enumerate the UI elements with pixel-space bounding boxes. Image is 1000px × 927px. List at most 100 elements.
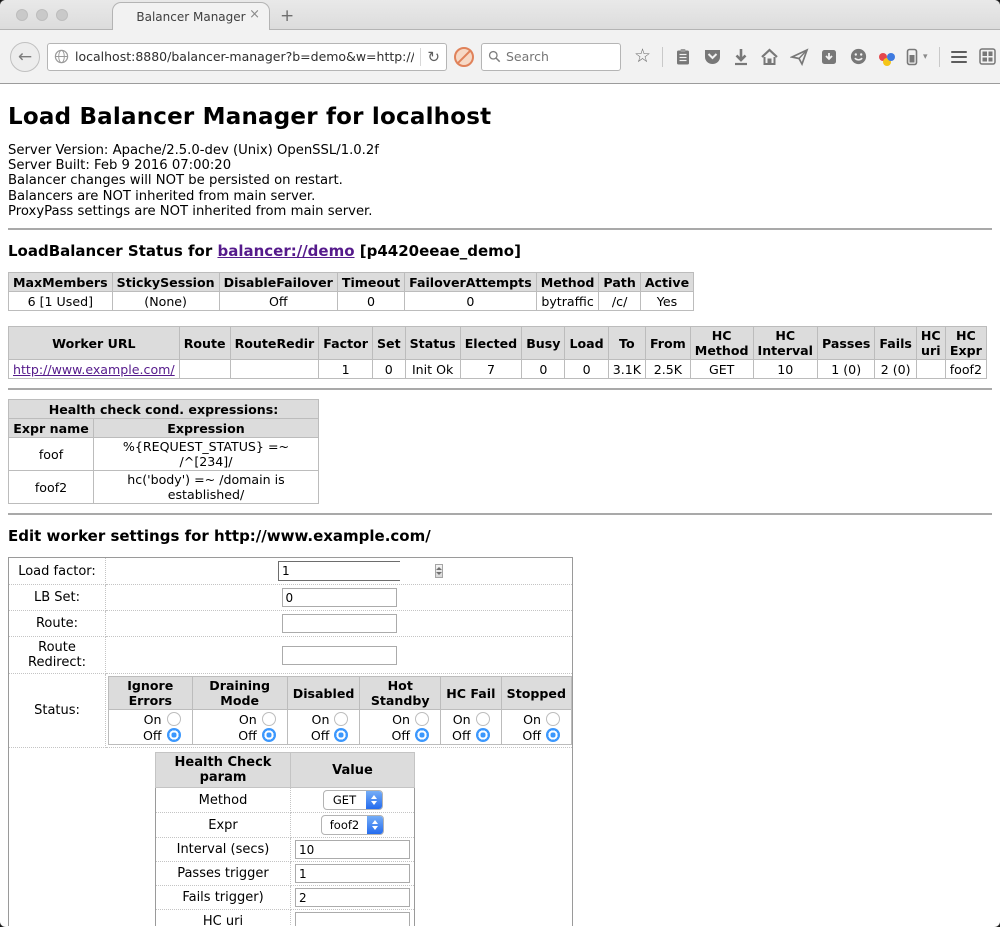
send-page-icon[interactable]	[790, 48, 809, 66]
radio-disabled-off[interactable]	[334, 728, 348, 742]
balancer-demo-link[interactable]: balancer://demo	[217, 242, 354, 260]
col-stickysession: StickySession	[112, 273, 219, 292]
load-factor-input[interactable]	[279, 562, 435, 580]
minimize-window-button[interactable]	[36, 9, 48, 21]
pocket-icon[interactable]	[703, 48, 722, 66]
radio-hc-fail-off[interactable]	[476, 728, 490, 742]
radio-draining-mode-off[interactable]	[262, 728, 276, 742]
cell-hc-expr: foof2	[945, 360, 986, 379]
col-failoverattempts: FailoverAttempts	[405, 273, 537, 292]
radio-off-label: Off	[311, 728, 330, 743]
route-redirect-input[interactable]	[282, 646, 397, 665]
history-clipboard-icon[interactable]	[674, 48, 692, 66]
col-worker-url: Worker URL	[9, 327, 180, 360]
url-separator	[420, 48, 421, 66]
server-version: Server Version: Apache/2.5.0-dev (Unix) …	[8, 143, 992, 158]
save-page-icon[interactable]	[820, 48, 838, 66]
col-status: Status	[405, 327, 460, 360]
hc-interval-input[interactable]	[295, 840, 410, 859]
radio-off-label: Off	[522, 728, 541, 743]
tab-balancer-manager[interactable]: Balancer Manager ×	[112, 2, 270, 30]
hc-expr-select[interactable]: foof2	[321, 815, 385, 835]
url-text[interactable]: localhost:8880/balancer-manager?b=demo&w…	[75, 49, 414, 64]
hc-uri-label: HC uri	[156, 910, 291, 926]
cell-path: /c/	[599, 292, 640, 311]
divider	[8, 388, 992, 390]
search-icon	[488, 50, 501, 63]
radio-stopped-off[interactable]	[546, 728, 560, 742]
balancer-heading: LoadBalancer Status for balancer://demo …	[8, 242, 992, 260]
tab-close-icon[interactable]: ×	[249, 8, 260, 21]
feedback-smiley-icon[interactable]	[849, 47, 868, 66]
chevron-down-icon[interactable]: ▾	[923, 52, 928, 62]
radio-on-label: On	[523, 712, 541, 727]
radio-ignore-errors-on[interactable]	[167, 712, 181, 726]
search-input[interactable]	[506, 49, 606, 64]
hc-method-value: GET	[324, 793, 366, 807]
hc-interval-label: Interval (secs)	[156, 838, 291, 862]
reload-icon[interactable]: ↻	[427, 48, 440, 66]
radio-disabled-on[interactable]	[334, 712, 348, 726]
col-fails: Fails	[875, 327, 917, 360]
radio-hot-standby-off[interactable]	[415, 728, 429, 742]
color-palette-icon[interactable]	[879, 49, 895, 65]
hc-method-label: Method	[156, 788, 291, 813]
load-factor-label: Load factor:	[9, 558, 106, 585]
new-tab-button[interactable]: +	[280, 6, 294, 26]
load-factor-stepper[interactable]	[278, 561, 400, 581]
cell-expression: hc('body') =~ /domain is established/	[94, 471, 319, 504]
download-icon[interactable]	[733, 48, 749, 66]
radio-hot-standby-on[interactable]	[415, 712, 429, 726]
lb-set-label: LB Set:	[9, 585, 106, 611]
col-factor: Factor	[319, 327, 373, 360]
radio-on-label: On	[144, 712, 162, 727]
radio-ignore-errors-off[interactable]	[167, 728, 181, 742]
col-hc-expr: HC Expr	[945, 327, 986, 360]
close-window-button[interactable]	[16, 9, 28, 21]
zoom-window-button[interactable]	[56, 9, 68, 21]
col-maxmembers: MaxMembers	[9, 273, 113, 292]
col-from: From	[645, 327, 690, 360]
content-blocker-icon[interactable]	[454, 47, 474, 67]
cell-from: 2.5K	[645, 360, 690, 379]
battery-status-icon[interactable]	[906, 47, 918, 66]
route-input[interactable]	[282, 614, 397, 633]
hc-expr-value: foof2	[322, 818, 368, 832]
cell-routeredir	[230, 360, 319, 379]
status-radio-table: Ignore Errors Draining Mode Disabled Hot…	[108, 676, 572, 745]
number-stepper-icon[interactable]	[435, 564, 443, 578]
col-busy: Busy	[522, 327, 565, 360]
lb-set-input[interactable]	[282, 588, 397, 607]
col-method: Method	[536, 273, 599, 292]
search-bar[interactable]	[481, 43, 621, 71]
tab-groups-icon[interactable]	[978, 47, 997, 66]
cell-set: 0	[372, 360, 405, 379]
url-bar[interactable]: localhost:8880/balancer-manager?b=demo&w…	[47, 43, 447, 71]
navigation-toolbar: ← localhost:8880/balancer-manager?b=demo…	[0, 30, 1000, 84]
home-icon[interactable]	[760, 48, 779, 66]
edit-worker-heading: Edit worker settings for http://www.exam…	[8, 527, 992, 545]
route-label: Route:	[9, 611, 106, 637]
traffic-lights	[16, 9, 68, 21]
cell-disablefailover: Off	[219, 292, 337, 311]
menu-icon[interactable]	[951, 51, 967, 63]
col-path: Path	[599, 273, 640, 292]
radio-hc-fail-on[interactable]	[476, 712, 490, 726]
hc-method-select[interactable]: GET	[323, 790, 383, 810]
bookmark-star-icon[interactable]: ☆	[634, 47, 651, 66]
hc-uri-input[interactable]	[295, 912, 410, 926]
server-built: Server Built: Feb 9 2016 07:00:20	[8, 158, 992, 173]
hc-expr-label: Expr	[156, 813, 291, 838]
col-hc-method: HC Method	[690, 327, 753, 360]
back-button[interactable]: ←	[10, 42, 40, 72]
hc-fails-input[interactable]	[295, 888, 410, 907]
table-row: http://www.example.com/ 1 0 Init Ok 7 0 …	[9, 360, 987, 379]
radio-draining-mode-on[interactable]	[262, 712, 276, 726]
health-check-params-table: Health Check param Value Method GET	[155, 752, 415, 926]
col-passes: Passes	[817, 327, 874, 360]
cell-hc-uri	[916, 360, 945, 379]
radio-stopped-on[interactable]	[546, 712, 560, 726]
worker-url-link[interactable]: http://www.example.com/	[13, 362, 175, 377]
hc-passes-input[interactable]	[295, 864, 410, 883]
select-arrows-icon	[366, 790, 382, 810]
